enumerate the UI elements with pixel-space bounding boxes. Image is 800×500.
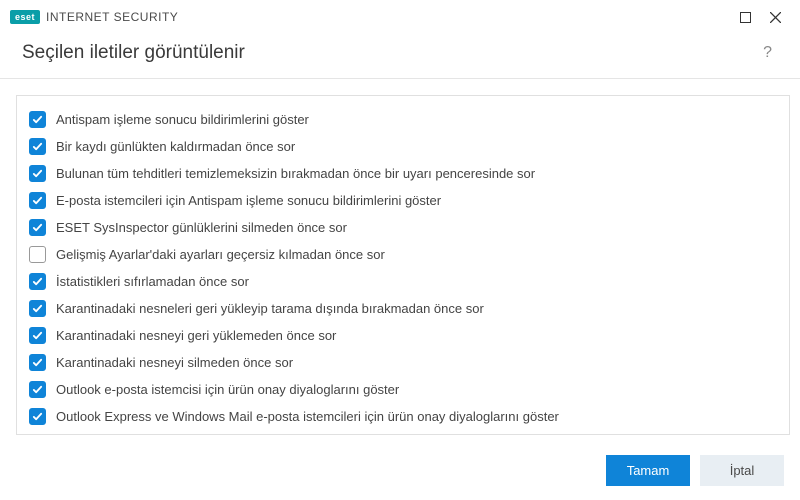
checkbox[interactable] xyxy=(29,273,46,290)
check-icon xyxy=(32,168,43,179)
check-icon xyxy=(32,411,43,422)
list-item: Karantinadaki nesneleri geri yükleyip ta… xyxy=(25,295,781,322)
checkbox[interactable] xyxy=(29,408,46,425)
list-item: Outlook e-posta istemcisi için ürün onay… xyxy=(25,376,781,403)
maximize-icon xyxy=(740,12,751,23)
list-item-label: Outlook Express ve Windows Mail e-posta … xyxy=(56,409,559,424)
checkbox[interactable] xyxy=(29,219,46,236)
list-item: Karantinadaki nesneyi geri yüklemeden ön… xyxy=(25,322,781,349)
close-button[interactable] xyxy=(760,5,790,29)
check-icon xyxy=(32,384,43,395)
list-item: E-posta istemcileri için Antispam işleme… xyxy=(25,187,781,214)
list-item-label: Gelişmiş Ayarlar'daki ayarları geçersiz … xyxy=(56,247,385,262)
checkbox[interactable] xyxy=(29,381,46,398)
maximize-button[interactable] xyxy=(730,5,760,29)
list-item-label: İstatistikleri sıfırlamadan önce sor xyxy=(56,274,249,289)
list-item: Gelişmiş Ayarlar'daki ayarları geçersiz … xyxy=(25,241,781,268)
list-item-label: Bulunan tüm tehditleri temizlemeksizin b… xyxy=(56,166,535,181)
list-item-label: E-posta istemcileri için Antispam işleme… xyxy=(56,193,441,208)
list-item: ESET SysInspector günlüklerini silmeden … xyxy=(25,214,781,241)
titlebar: eset INTERNET SECURITY xyxy=(0,0,800,32)
list-item-label: Karantinadaki nesneyi geri yüklemeden ön… xyxy=(56,328,336,343)
list-item: Bir kaydı günlükten kaldırmadan önce sor xyxy=(25,133,781,160)
checkbox[interactable] xyxy=(29,138,46,155)
content-area: Antispam işleme sonucu bildirimlerini gö… xyxy=(0,79,800,443)
list-item-label: Outlook e-posta istemcisi için ürün onay… xyxy=(56,382,399,397)
check-icon xyxy=(32,222,43,233)
list-item: İstatistikleri sıfırlamadan önce sor xyxy=(25,268,781,295)
dialog-header: Seçilen iletiler görüntülenir ? xyxy=(0,32,800,79)
list-item: Outlook Express ve Windows Mail e-posta … xyxy=(25,403,781,430)
checkbox[interactable] xyxy=(29,246,46,263)
check-icon xyxy=(32,276,43,287)
cancel-button[interactable]: İptal xyxy=(700,455,784,486)
help-button[interactable]: ? xyxy=(757,42,778,64)
check-icon xyxy=(32,303,43,314)
app-name: INTERNET SECURITY xyxy=(46,10,178,24)
check-icon xyxy=(32,330,43,341)
close-icon xyxy=(770,12,781,23)
list-item-label: Karantinadaki nesneleri geri yükleyip ta… xyxy=(56,301,484,316)
options-list[interactable]: Antispam işleme sonucu bildirimlerini gö… xyxy=(16,95,790,435)
list-item-label: Karantinadaki nesneyi silmeden önce sor xyxy=(56,355,293,370)
check-icon xyxy=(32,114,43,125)
list-item-label: Antispam işleme sonucu bildirimlerini gö… xyxy=(56,112,309,127)
check-icon xyxy=(32,357,43,368)
checkbox[interactable] xyxy=(29,111,46,128)
list-item-label: Bir kaydı günlükten kaldırmadan önce sor xyxy=(56,139,295,154)
checkbox[interactable] xyxy=(29,165,46,182)
dialog-footer: Tamam İptal xyxy=(0,443,800,500)
page-title: Seçilen iletiler görüntülenir xyxy=(22,42,245,64)
list-item: Bulunan tüm tehditleri temizlemeksizin b… xyxy=(25,160,781,187)
ok-button[interactable]: Tamam xyxy=(606,455,690,486)
check-icon xyxy=(32,141,43,152)
checkbox[interactable] xyxy=(29,192,46,209)
list-item-label: ESET SysInspector günlüklerini silmeden … xyxy=(56,220,347,235)
list-item: Antispam işleme sonucu bildirimlerini gö… xyxy=(25,106,781,133)
checkbox[interactable] xyxy=(29,300,46,317)
brand-badge: eset xyxy=(10,10,40,24)
list-item: Karantinadaki nesneyi silmeden önce sor xyxy=(25,349,781,376)
checkbox[interactable] xyxy=(29,354,46,371)
checkbox[interactable] xyxy=(29,327,46,344)
check-icon xyxy=(32,195,43,206)
